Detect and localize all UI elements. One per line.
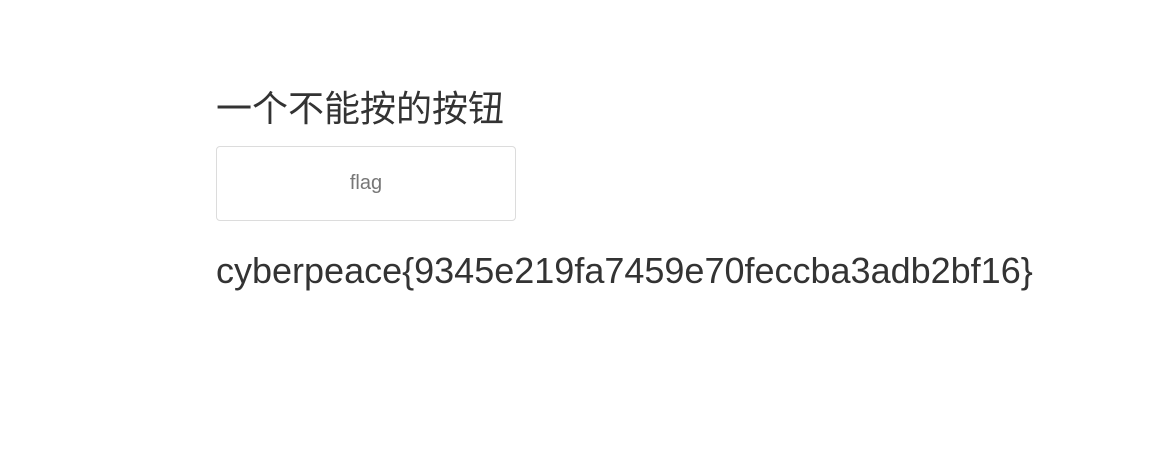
page-title: 一个不能按的按钮 [216, 89, 505, 130]
flag-result-text: cyberpeace{9345e219fa7459e70feccba3adb2b… [216, 250, 1033, 291]
flag-button[interactable]: flag [216, 146, 516, 221]
page-container: 一个不能按的按钮 flag cyberpeace{9345e219fa7459e… [216, 0, 1116, 458]
